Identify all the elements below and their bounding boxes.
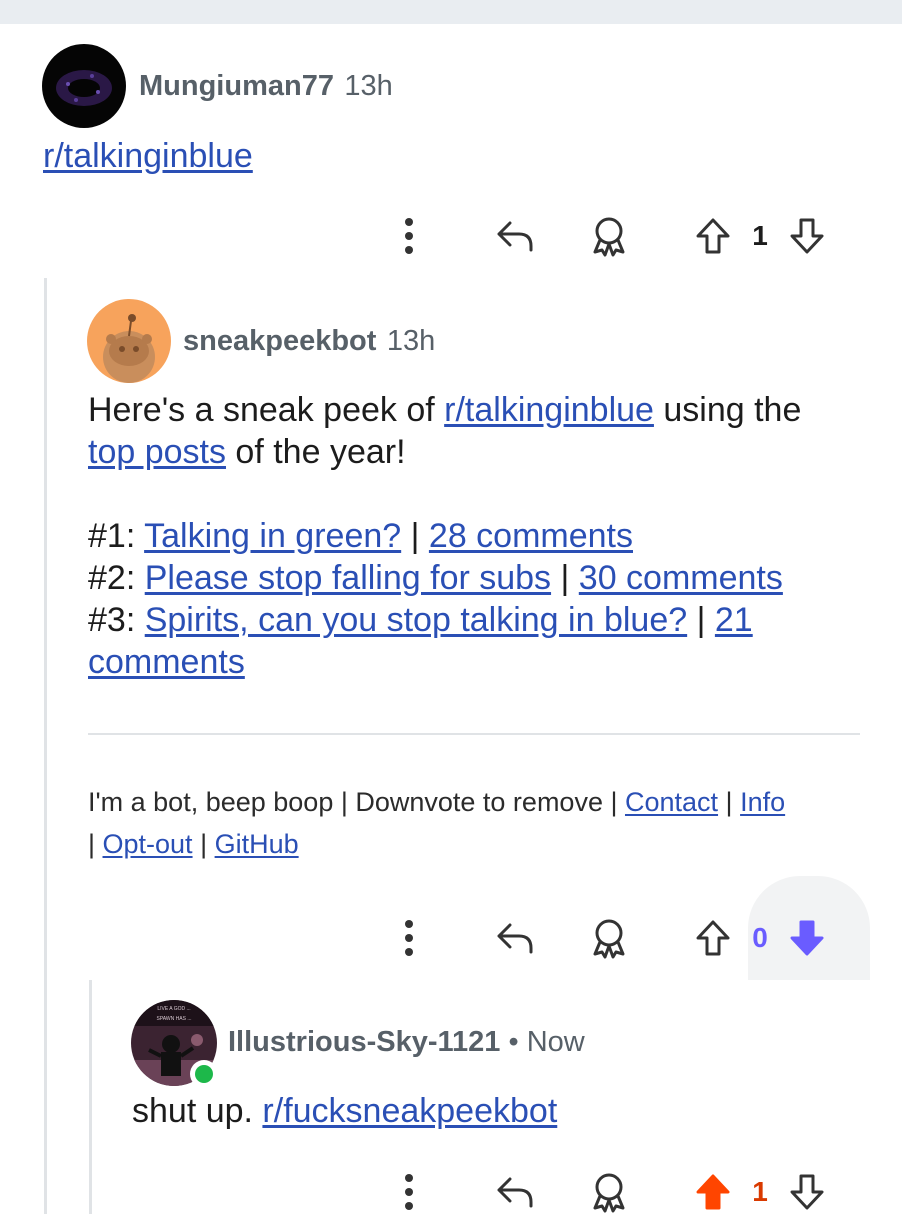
post-list: #1: Talking in green? | 28 comments #2: …	[88, 515, 868, 683]
timestamp: 13h	[344, 70, 393, 102]
award-button[interactable]	[584, 211, 634, 261]
downvote-icon	[790, 1174, 824, 1210]
online-indicator	[190, 1060, 218, 1088]
reply-button[interactable]	[490, 913, 540, 963]
avatar[interactable]	[42, 44, 126, 128]
subreddit-link[interactable]: r/talkinginblue	[43, 137, 253, 175]
top-bar	[0, 0, 902, 24]
comment-body: shut up. r/fucksneakpeekbot	[132, 1092, 558, 1130]
divider	[88, 733, 860, 735]
thread-line[interactable]	[89, 980, 92, 1214]
username[interactable]: sneakpeekbot	[183, 325, 376, 357]
upvote-button[interactable]	[690, 1167, 736, 1217]
upvote-button[interactable]	[690, 913, 736, 963]
award-button[interactable]	[584, 1167, 634, 1217]
post-link[interactable]: Spirits, can you stop talking in blue?	[145, 601, 687, 639]
downvote-icon	[790, 218, 824, 254]
top-posts-link[interactable]: top posts	[88, 433, 226, 471]
vote-count: 0	[752, 922, 768, 953]
comment-actions: 1	[380, 1167, 840, 1217]
award-icon	[593, 1173, 625, 1213]
svg-text:LIVE A GOD ...: LIVE A GOD ...	[157, 1006, 190, 1012]
github-link[interactable]: GitHub	[215, 829, 299, 859]
timestamp: Now	[526, 1026, 585, 1058]
intro-line: Here's a sneak peek of r/talkinginblue u…	[88, 391, 802, 471]
downvote-icon	[790, 920, 824, 956]
info-link[interactable]: Info	[740, 787, 785, 817]
comment-header: Mungiuman77 13h	[139, 70, 393, 103]
more-vertical-icon	[405, 1174, 413, 1210]
comment-body: Here's a sneak peek of r/talkinginblue u…	[88, 389, 868, 683]
more-options-button[interactable]	[384, 913, 434, 963]
comment-header: sneakpeekbot 13h	[183, 325, 435, 358]
comments-link[interactable]: 30 comments	[579, 559, 783, 597]
meta-separator: •	[500, 1026, 527, 1058]
vote-count: 1	[752, 220, 768, 251]
vote-count: 1	[752, 1176, 768, 1207]
more-options-button[interactable]	[384, 1167, 434, 1217]
downvote-button[interactable]	[784, 1167, 830, 1217]
list-item: #3: Spirits, can you stop talking in blu…	[88, 601, 753, 681]
avatar[interactable]	[87, 299, 171, 383]
reply-button[interactable]	[490, 211, 540, 261]
comment-header: Illustrious-Sky-1121 • Now	[228, 1026, 585, 1059]
reply-button[interactable]	[490, 1167, 540, 1217]
comment-body: r/talkinginblue	[43, 135, 253, 177]
comments-link[interactable]: 28 comments	[429, 517, 633, 555]
post-link[interactable]: Please stop falling for subs	[145, 559, 551, 597]
thread-line[interactable]	[44, 278, 47, 1214]
award-icon	[593, 919, 625, 959]
svg-text:SPAWN HAS ...: SPAWN HAS ...	[156, 1016, 191, 1022]
more-options-button[interactable]	[384, 211, 434, 261]
username[interactable]: Mungiuman77	[139, 70, 334, 102]
more-vertical-icon	[405, 218, 413, 254]
top-bar-partial-icons	[520, 0, 840, 6]
comment-actions: 1	[380, 211, 840, 261]
upvote-icon	[696, 920, 730, 956]
upvote-button[interactable]	[690, 211, 736, 261]
bot-footer: I'm a bot, beep boop | Downvote to remov…	[88, 787, 786, 859]
award-icon	[593, 217, 625, 257]
subreddit-link[interactable]: r/fucksneakpeekbot	[262, 1092, 557, 1130]
comments-link[interactable]: 21	[715, 601, 753, 639]
list-item: #2: Please stop falling for subs | 30 co…	[88, 559, 783, 597]
reply-icon	[497, 221, 533, 252]
upvote-icon	[696, 1174, 730, 1210]
downvote-button[interactable]	[784, 913, 830, 963]
comments-link[interactable]: comments	[88, 643, 245, 681]
post-link[interactable]: Talking in green?	[144, 517, 401, 555]
timestamp: 13h	[386, 325, 436, 357]
username[interactable]: Illustrious-Sky-1121	[228, 1026, 500, 1058]
comment-actions: 0	[380, 913, 840, 963]
downvote-button[interactable]	[784, 211, 830, 261]
subreddit-link[interactable]: r/talkinginblue	[444, 391, 654, 429]
award-button[interactable]	[584, 913, 634, 963]
reply-icon	[497, 923, 533, 954]
reply-icon	[497, 1177, 533, 1208]
more-vertical-icon	[405, 920, 413, 956]
opt-out-link[interactable]: Opt-out	[103, 829, 193, 859]
upvote-icon	[696, 218, 730, 254]
list-item: #1: Talking in green? | 28 comments	[88, 517, 633, 555]
contact-link[interactable]: Contact	[625, 787, 718, 817]
